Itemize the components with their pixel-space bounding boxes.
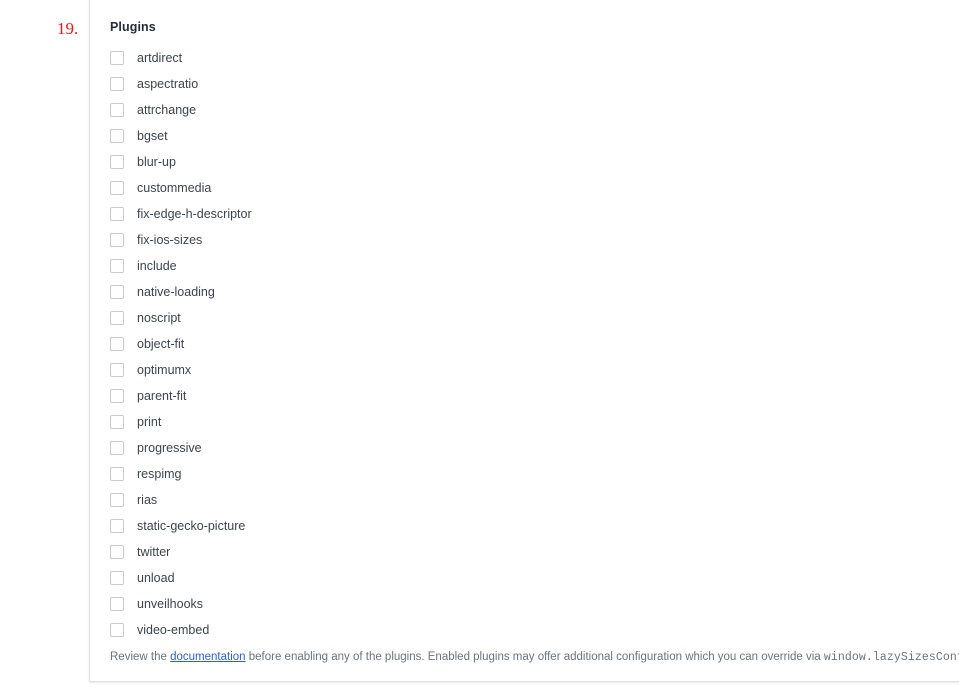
checkbox-icon[interactable]	[110, 363, 124, 377]
plugin-label[interactable]: optimumx	[137, 364, 191, 377]
checkbox-icon[interactable]	[110, 77, 124, 91]
plugin-row[interactable]: optimumx	[110, 357, 959, 383]
plugin-label[interactable]: twitter	[137, 546, 170, 559]
plugins-panel-body: Plugins artdirect aspectratio attrchange bg…	[90, 0, 959, 666]
plugin-row[interactable]: fix-edge-h-descriptor	[110, 201, 959, 227]
checkbox-icon[interactable]	[110, 207, 124, 221]
plugin-label[interactable]: print	[137, 416, 161, 429]
checkbox-icon[interactable]	[110, 571, 124, 585]
plugin-label[interactable]: rias	[137, 494, 157, 507]
checkbox-icon[interactable]	[110, 181, 124, 195]
plugin-label[interactable]: progressive	[137, 442, 202, 455]
plugin-row[interactable]: unload	[110, 565, 959, 591]
plugin-row[interactable]: parent-fit	[110, 383, 959, 409]
plugin-label[interactable]: aspectratio	[137, 78, 198, 91]
plugin-row[interactable]: attrchange	[110, 97, 959, 123]
checkbox-icon[interactable]	[110, 519, 124, 533]
plugin-row[interactable]: object-fit	[110, 331, 959, 357]
plugin-row[interactable]: bgset	[110, 123, 959, 149]
plugin-row[interactable]: custommedia	[110, 175, 959, 201]
checkbox-icon[interactable]	[110, 129, 124, 143]
plugin-row[interactable]: blur-up	[110, 149, 959, 175]
plugin-label[interactable]: respimg	[137, 468, 181, 481]
plugin-label[interactable]: parent-fit	[137, 390, 186, 403]
plugin-row[interactable]: respimg	[110, 461, 959, 487]
checkbox-icon[interactable]	[110, 441, 124, 455]
plugins-panel: Plugins artdirect aspectratio attrchange bg…	[89, 0, 959, 682]
plugin-label[interactable]: bgset	[137, 130, 168, 143]
plugin-label[interactable]: fix-ios-sizes	[137, 234, 202, 247]
checkbox-icon[interactable]	[110, 337, 124, 351]
annotation-marker-19: 19.	[57, 19, 79, 38]
plugin-row[interactable]: native-loading	[110, 279, 959, 305]
footnote-text-before: Review the	[110, 651, 171, 663]
checkbox-icon[interactable]	[110, 285, 124, 299]
plugin-label[interactable]: artdirect	[137, 52, 182, 65]
plugin-row[interactable]: video-embed	[110, 617, 959, 643]
checkbox-icon[interactable]	[110, 545, 124, 559]
checkbox-icon[interactable]	[110, 103, 124, 117]
plugins-checkbox-list: artdirect aspectratio attrchange bgset blur-…	[110, 45, 959, 643]
plugin-label[interactable]: noscript	[137, 312, 181, 325]
checkbox-icon[interactable]	[110, 233, 124, 247]
checkbox-icon[interactable]	[110, 597, 124, 611]
footnote-text-after: before enabling any of the plugins. Enab…	[245, 651, 824, 663]
plugin-label[interactable]: object-fit	[137, 338, 184, 351]
plugin-label[interactable]: blur-up	[137, 156, 176, 169]
plugin-label[interactable]: unveilhooks	[137, 598, 203, 611]
plugin-label[interactable]: attrchange	[137, 104, 196, 117]
checkbox-icon[interactable]	[110, 51, 124, 65]
plugin-label[interactable]: native-loading	[137, 286, 215, 299]
checkbox-icon[interactable]	[110, 493, 124, 507]
plugin-row[interactable]: noscript	[110, 305, 959, 331]
checkbox-icon[interactable]	[110, 467, 124, 481]
plugins-footnote: Review the documentation before enabling…	[110, 649, 959, 666]
plugin-label[interactable]: custommedia	[137, 182, 211, 195]
plugin-row[interactable]: rias	[110, 487, 959, 513]
documentation-link[interactable]: documentation	[170, 651, 245, 663]
checkbox-icon[interactable]	[110, 311, 124, 325]
plugins-section-title: Plugins	[110, 20, 156, 34]
checkbox-icon[interactable]	[110, 389, 124, 403]
plugin-row[interactable]: artdirect	[110, 45, 959, 71]
checkbox-icon[interactable]	[110, 623, 124, 637]
plugin-row[interactable]: twitter	[110, 539, 959, 565]
plugin-label[interactable]: include	[137, 260, 177, 273]
plugin-row[interactable]: static-gecko-picture	[110, 513, 959, 539]
plugin-row[interactable]: aspectratio	[110, 71, 959, 97]
plugin-row[interactable]: print	[110, 409, 959, 435]
lazysizesconfig-code: window.lazySizesConfig	[823, 651, 959, 664]
plugin-row[interactable]: include	[110, 253, 959, 279]
plugin-label[interactable]: static-gecko-picture	[137, 520, 245, 533]
plugin-label[interactable]: video-embed	[137, 624, 209, 637]
plugin-row[interactable]: progressive	[110, 435, 959, 461]
checkbox-icon[interactable]	[110, 259, 124, 273]
plugin-label[interactable]: unload	[137, 572, 175, 585]
plugin-label[interactable]: fix-edge-h-descriptor	[137, 208, 252, 221]
plugin-row[interactable]: fix-ios-sizes	[110, 227, 959, 253]
checkbox-icon[interactable]	[110, 415, 124, 429]
plugin-row[interactable]: unveilhooks	[110, 591, 959, 617]
checkbox-icon[interactable]	[110, 155, 124, 169]
